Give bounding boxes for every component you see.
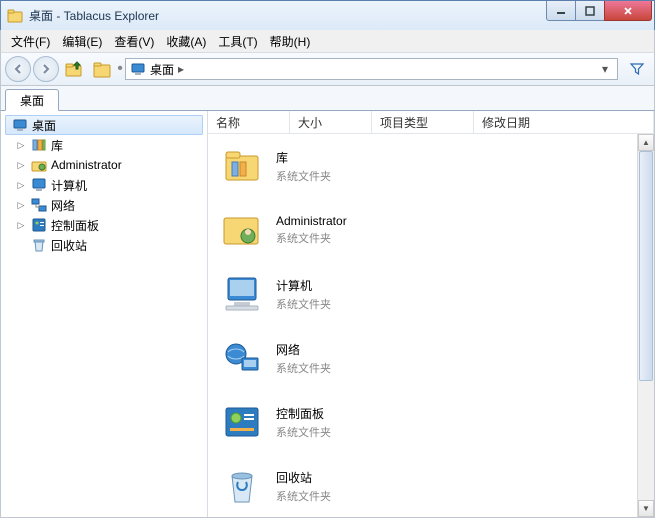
- scroll-thumb[interactable]: [639, 151, 653, 381]
- desktop-icon: [12, 117, 28, 133]
- address-dropdown-icon[interactable]: ▾: [597, 62, 613, 76]
- col-size[interactable]: 大小: [290, 111, 372, 133]
- item-sub: 系统文件夹: [276, 424, 331, 440]
- list-item-control-panel[interactable]: 控制面板系统文件夹: [208, 390, 654, 454]
- open-folder-button[interactable]: [89, 56, 115, 82]
- forward-button[interactable]: [33, 56, 59, 82]
- desktop-icon: [130, 61, 146, 77]
- col-name[interactable]: 名称: [208, 111, 290, 133]
- item-name: 网络: [276, 341, 331, 358]
- recycle-bin-icon: [31, 237, 47, 253]
- item-name: Administrator: [276, 214, 347, 228]
- network-icon: [218, 334, 266, 382]
- toolbar-separator: •: [117, 60, 123, 78]
- tree-item-control-panel[interactable]: ▷ 控制面板: [1, 215, 207, 235]
- title-bar: 桌面 - Tablacus Explorer: [0, 0, 655, 30]
- chevron-right-icon[interactable]: ▸: [174, 62, 188, 76]
- window-controls: [547, 1, 652, 21]
- expand-icon[interactable]: ▷: [15, 139, 27, 151]
- tree-item-label: 回收站: [51, 237, 87, 254]
- maximize-button[interactable]: [575, 1, 605, 21]
- menu-bar: 文件(F) 编辑(E) 查看(V) 收藏(A) 工具(T) 帮助(H): [0, 30, 655, 52]
- list-item-libraries[interactable]: 库系统文件夹: [208, 134, 654, 198]
- vertical-scrollbar[interactable]: ▲ ▼: [637, 134, 654, 517]
- tree-item-administrator[interactable]: ▷ Administrator: [1, 155, 207, 175]
- control-panel-icon: [218, 398, 266, 446]
- window-title: 桌面 - Tablacus Explorer: [29, 7, 159, 24]
- item-list: 库系统文件夹 Administrator系统文件夹 计算机系统文件夹 网络系统文…: [208, 134, 654, 517]
- item-sub: 系统文件夹: [276, 360, 331, 376]
- notepad-icon: [218, 514, 266, 517]
- scroll-down-button[interactable]: ▼: [638, 500, 654, 517]
- tree-item-label: 控制面板: [51, 217, 99, 234]
- tab-desktop[interactable]: 桌面: [5, 89, 59, 111]
- item-name: 计算机: [276, 277, 331, 294]
- user-folder-icon: [31, 157, 47, 173]
- list-item-recycle-bin[interactable]: 回收站系统文件夹: [208, 454, 654, 517]
- list-view: 名称 大小 项目类型 修改日期 库系统文件夹 Administrator 系统文件…: [208, 111, 654, 517]
- item-name: 库: [276, 149, 331, 166]
- list-item-computer[interactable]: 计算机系统文件夹: [208, 262, 654, 326]
- tree-item-computer[interactable]: ▷ 计算机: [1, 175, 207, 195]
- col-date[interactable]: 修改日期: [474, 111, 654, 133]
- item-name: 回收站: [276, 469, 331, 486]
- tree-item-label: Administrator: [51, 158, 122, 172]
- minimize-button[interactable]: [546, 1, 576, 21]
- menu-tools[interactable]: 工具(T): [212, 31, 263, 52]
- item-sub: 系统文件夹: [276, 230, 347, 246]
- expand-icon[interactable]: ▷: [15, 159, 27, 171]
- up-one-level-button[interactable]: [61, 56, 87, 82]
- computer-icon: [218, 270, 266, 318]
- control-panel-icon: [31, 217, 47, 233]
- tree-item-libraries[interactable]: ▷ 库: [1, 135, 207, 155]
- expand-icon[interactable]: ▷: [15, 179, 27, 191]
- list-item-network[interactable]: 网络系统文件夹: [208, 326, 654, 390]
- user-folder-icon: [218, 206, 266, 254]
- expand-icon[interactable]: ▷: [15, 199, 27, 211]
- recycle-bin-icon: [218, 462, 266, 510]
- expand-icon[interactable]: ▷: [15, 219, 27, 231]
- menu-file[interactable]: 文件(F): [5, 31, 56, 52]
- content-area: 桌面 ▷ 库 ▷ Administrator ▷ 计算机 ▷ 网络 ▷ 控制面板: [0, 110, 655, 518]
- computer-icon: [31, 177, 47, 193]
- item-sub: 系统文件夹: [276, 296, 331, 312]
- filter-button[interactable]: [624, 56, 650, 82]
- tree-item-label: 计算机: [51, 177, 87, 194]
- item-sub: 系统文件夹: [276, 168, 331, 184]
- tree-root-label: 桌面: [32, 117, 56, 134]
- item-name: 控制面板: [276, 405, 331, 422]
- tree-item-network[interactable]: ▷ 网络: [1, 195, 207, 215]
- folder-tree: 桌面 ▷ 库 ▷ Administrator ▷ 计算机 ▷ 网络 ▷ 控制面板: [1, 111, 208, 517]
- item-sub: 系统文件夹: [276, 488, 331, 504]
- tree-item-label: 网络: [51, 197, 75, 214]
- tab-strip: 桌面: [0, 86, 655, 110]
- tree-root-desktop[interactable]: 桌面: [5, 115, 203, 135]
- column-headers: 名称 大小 项目类型 修改日期: [208, 111, 654, 134]
- app-icon: [7, 8, 23, 24]
- menu-help[interactable]: 帮助(H): [264, 31, 317, 52]
- libraries-icon: [218, 142, 266, 190]
- network-icon: [31, 197, 47, 213]
- scroll-up-button[interactable]: ▲: [638, 134, 654, 151]
- tree-item-label: 库: [51, 137, 63, 154]
- breadcrumb-label[interactable]: 桌面: [150, 61, 174, 78]
- nav-toolbar: • 桌面 ▸ ▾: [0, 52, 655, 86]
- menu-edit[interactable]: 编辑(E): [56, 31, 108, 52]
- menu-fav[interactable]: 收藏(A): [160, 31, 212, 52]
- tree-item-recycle-bin[interactable]: 回收站: [1, 235, 207, 255]
- libraries-icon: [31, 137, 47, 153]
- close-button[interactable]: [604, 1, 652, 21]
- back-button[interactable]: [5, 56, 31, 82]
- col-type[interactable]: 项目类型: [372, 111, 474, 133]
- list-item-administrator[interactable]: Administrator 系统文件夹: [208, 198, 654, 262]
- spacer: [15, 239, 27, 251]
- address-bar[interactable]: 桌面 ▸ ▾: [125, 58, 618, 80]
- menu-view[interactable]: 查看(V): [108, 31, 160, 52]
